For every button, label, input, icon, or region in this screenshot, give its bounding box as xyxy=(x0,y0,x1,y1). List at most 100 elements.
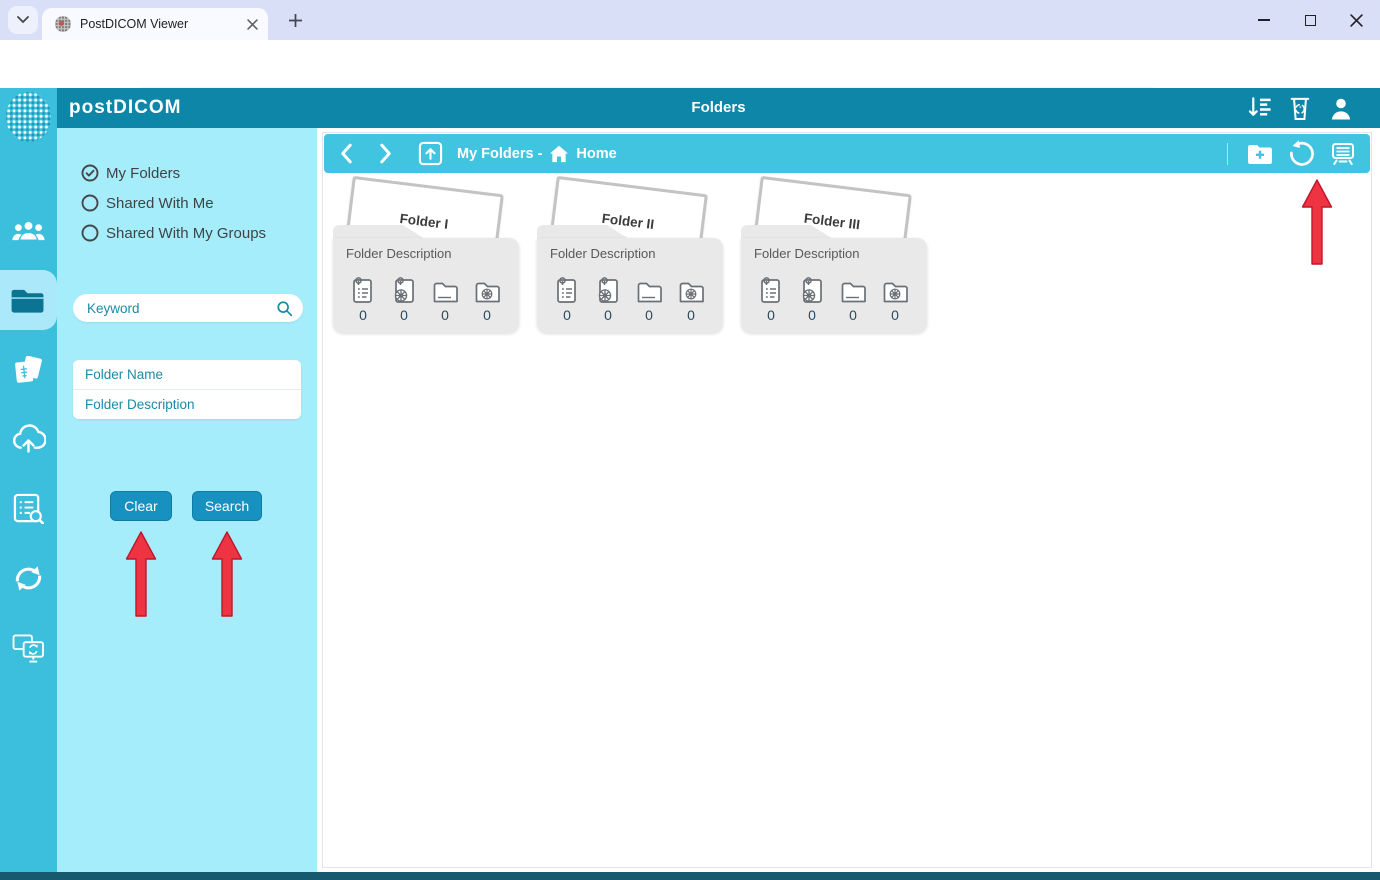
breadcrumb-path[interactable]: My Folders - xyxy=(457,146,542,162)
up-level-button[interactable] xyxy=(418,141,443,166)
folder-description: Folder Description xyxy=(754,246,860,261)
dicom-folder-count: 0 xyxy=(891,307,899,323)
sidebar-item-images[interactable] xyxy=(0,342,57,398)
keyword-input[interactable] xyxy=(87,300,276,316)
sort-order-button[interactable] xyxy=(1246,95,1274,121)
folders-main-area: My Folders - Home Folder I Folder Descri… xyxy=(322,132,1372,868)
subfolder-icon xyxy=(635,276,663,306)
radio-shared-with-groups[interactable]: Shared With My Groups xyxy=(81,224,266,242)
account-button[interactable] xyxy=(1327,95,1355,121)
folder-name-input[interactable] xyxy=(73,360,301,389)
trash-recycle-icon xyxy=(1290,97,1310,120)
radio-my-folders[interactable]: My Folders xyxy=(81,164,180,182)
radio-label: My Folders xyxy=(106,164,181,182)
tab-title: PostDICOM Viewer xyxy=(80,17,189,31)
cloud-upload-icon xyxy=(12,424,46,453)
folder-card-body: Folder Description 0 0 0 0 xyxy=(537,238,723,333)
order-count: 0 xyxy=(359,307,367,323)
radio-shared-with-me[interactable]: Shared With Me xyxy=(81,194,214,212)
dicom-folder-count: 0 xyxy=(687,307,695,323)
browser-toolbar: germany.postdicom.com/Viewer/Main xyxy=(0,40,1380,121)
page-bottom-border xyxy=(0,872,1380,880)
recycle-bin-button[interactable] xyxy=(1286,95,1314,121)
add-folder-button[interactable] xyxy=(1247,143,1273,165)
add-folder-icon xyxy=(1248,144,1272,164)
clipboard-dicom-icon xyxy=(594,276,622,306)
sidebar-item-query[interactable] xyxy=(0,480,57,536)
clipboard-list-icon xyxy=(553,276,581,306)
subfolder-count: 0 xyxy=(645,307,653,323)
search-button[interactable]: Search xyxy=(192,491,262,521)
breadcrumb-divider xyxy=(1227,142,1228,165)
maximize-icon xyxy=(1304,14,1316,26)
app-sidebar xyxy=(0,88,57,872)
new-tab-icon xyxy=(288,13,302,27)
breadcrumb-bar: My Folders - Home xyxy=(324,134,1370,173)
users-group-icon xyxy=(12,220,45,241)
nav-back-button[interactable] xyxy=(340,143,353,164)
sidebar-item-patients[interactable] xyxy=(0,202,57,258)
sidebar-item-folders[interactable] xyxy=(0,270,57,330)
tab-search-button[interactable] xyxy=(8,6,38,34)
window-maximize-button[interactable] xyxy=(1287,0,1333,40)
sidebar-item-remote[interactable] xyxy=(0,620,57,676)
folder-card-body: Folder Description 0 0 0 0 xyxy=(333,238,519,333)
clear-button[interactable]: Clear xyxy=(110,491,172,521)
folder-queue-button[interactable] xyxy=(1330,142,1356,166)
study-count: 0 xyxy=(604,307,612,323)
minimize-icon xyxy=(1258,19,1270,21)
breadcrumb-home[interactable]: Home xyxy=(576,146,616,162)
clipboard-list-icon xyxy=(349,276,377,306)
clipboard-list-icon xyxy=(757,276,785,306)
close-icon xyxy=(1349,13,1363,27)
radio-label: Shared With Me xyxy=(106,194,214,212)
order-count: 0 xyxy=(767,307,775,323)
xray-images-icon xyxy=(15,355,42,383)
clipboard-dicom-icon xyxy=(798,276,826,306)
sidebar-item-upload[interactable] xyxy=(0,410,57,466)
refresh-button[interactable] xyxy=(1288,140,1315,167)
folder-fields-box xyxy=(73,360,301,419)
sync-arrows-icon xyxy=(15,565,42,591)
folder-dicom-icon xyxy=(473,276,501,306)
radio-unselected-icon xyxy=(81,194,99,212)
window-minimize-button[interactable] xyxy=(1241,0,1287,40)
home-icon xyxy=(550,145,569,162)
chevron-right-icon xyxy=(380,143,391,164)
refresh-icon xyxy=(1290,140,1314,166)
subfolder-count: 0 xyxy=(849,307,857,323)
window-close-button[interactable] xyxy=(1333,0,1379,40)
postdicom-favicon xyxy=(55,16,71,32)
folder-filter-panel: My Folders Shared With Me Shared With My… xyxy=(57,128,317,872)
folder-queue-icon xyxy=(1332,142,1354,165)
radio-selected-icon xyxy=(81,164,99,182)
folder-dicom-icon xyxy=(677,276,705,306)
new-tab-button[interactable] xyxy=(280,6,310,34)
user-icon xyxy=(1331,98,1351,120)
folder-dicom-icon xyxy=(881,276,909,306)
chevron-left-icon xyxy=(341,143,352,164)
browser-tab[interactable]: PostDICOM Viewer xyxy=(42,8,268,40)
folder-card-body: Folder Description 0 0 0 0 xyxy=(741,238,927,333)
order-count: 0 xyxy=(563,307,571,323)
radio-label: Shared With My Groups xyxy=(106,224,267,242)
dicom-folder-count: 0 xyxy=(483,307,491,323)
sidebar-item-sync[interactable] xyxy=(0,550,57,606)
list-search-icon xyxy=(13,493,44,524)
tab-close-icon[interactable] xyxy=(247,18,258,30)
keyword-search-box xyxy=(73,294,303,322)
folder-card[interactable]: Folder I Folder Description 0 0 0 0 xyxy=(333,175,519,333)
search-magnifier-icon[interactable] xyxy=(276,300,293,317)
folder-card[interactable]: Folder III Folder Description 0 0 0 0 xyxy=(741,175,927,333)
tab-search-icon xyxy=(17,16,29,24)
sort-list-icon xyxy=(1248,97,1271,116)
up-level-icon xyxy=(418,141,443,166)
folder-card[interactable]: Folder II Folder Description 0 0 0 0 xyxy=(537,175,723,333)
folder-description-input[interactable] xyxy=(73,390,301,419)
study-count: 0 xyxy=(400,307,408,323)
folder-icon xyxy=(11,289,44,313)
screen-share-icon xyxy=(12,634,44,662)
page-title: Folders xyxy=(691,99,746,116)
folder-description: Folder Description xyxy=(346,246,452,261)
nav-forward-button[interactable] xyxy=(379,143,392,164)
